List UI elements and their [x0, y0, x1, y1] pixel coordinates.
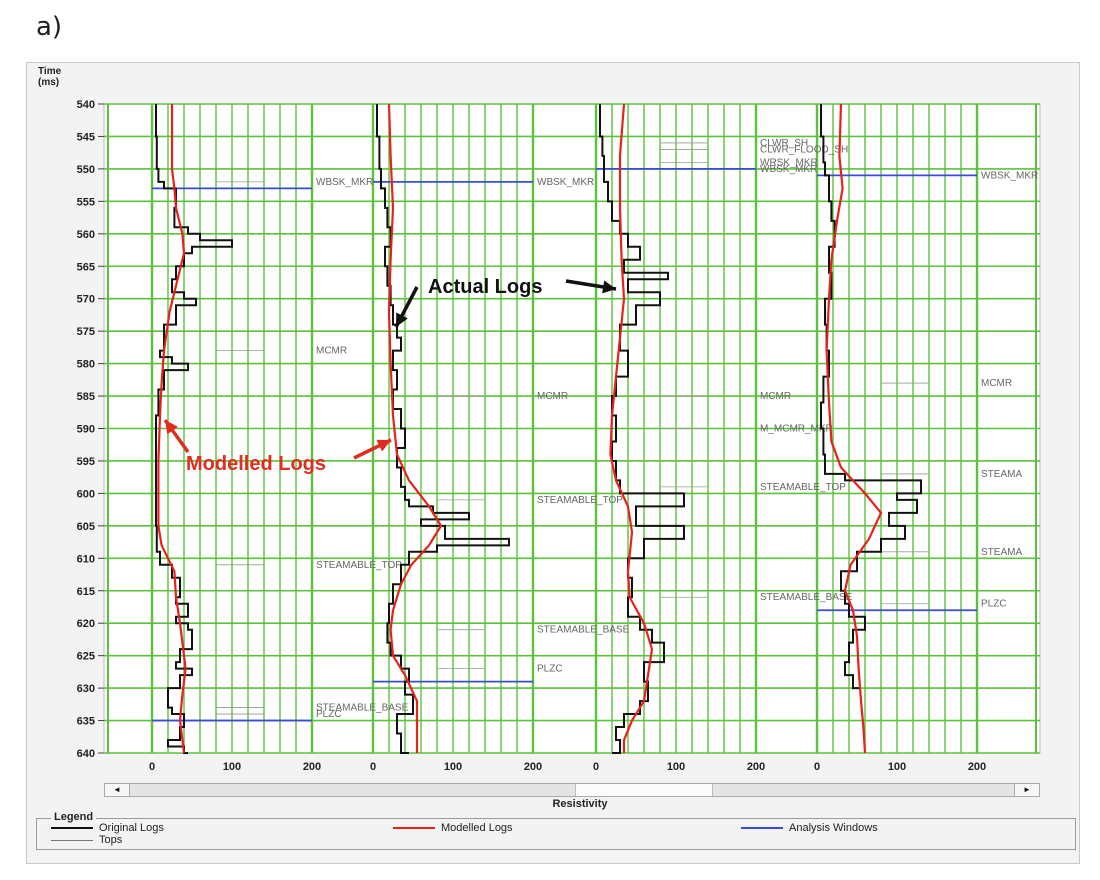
y-tick-label: 580	[77, 359, 95, 371]
y-tick-label: 625	[77, 651, 95, 663]
annotation-actual-logs: Actual Logs	[428, 276, 542, 298]
top-label: MCMR	[760, 391, 791, 402]
top-label: CLWR_FLOOD_SH	[760, 144, 848, 155]
legend-item-analysis: Analysis Windows	[741, 822, 878, 834]
top-label: STEAMABLE_BASE	[760, 592, 853, 603]
scroll-left-arrow-icon[interactable]: ◄	[105, 784, 130, 796]
legend-label-modelled: Modelled Logs	[441, 822, 513, 834]
top-label: WBSK_MKR	[981, 170, 1038, 181]
legend-label-analysis: Analysis Windows	[789, 822, 878, 834]
y-tick-label: 640	[77, 748, 95, 760]
horizontal-scrollbar[interactable]: ◄ ►	[104, 783, 1040, 797]
top-label: MCMR	[981, 378, 1012, 389]
x-tick-label: 200	[303, 761, 321, 773]
y-tick-label: 550	[77, 164, 95, 176]
x-tick-label: 0	[149, 761, 155, 773]
top-label: MCMR	[316, 346, 347, 357]
well-log-chart: 540 545 550 555 560 565 570 575 580 585 590 595 600 6…	[77, 99, 1041, 773]
top-label: WBSK_MKR	[537, 177, 594, 188]
x-tick-label: 200	[524, 761, 542, 773]
legend-swatch-modelled	[393, 827, 435, 830]
x-tick-label: 200	[747, 761, 765, 773]
top-label: STEAMABLE_TOP	[537, 495, 623, 506]
y-tick-label: 540	[77, 99, 95, 111]
y-tick-label: 615	[77, 586, 95, 598]
y-tick-label: 595	[77, 456, 95, 468]
y-tick-label: 605	[77, 521, 95, 533]
x-tick-label: 200	[968, 761, 986, 773]
y-tick-label: 560	[77, 229, 95, 241]
legend-label-original: Original Logs	[99, 822, 164, 834]
annotation-modelled-logs: Modelled Logs	[186, 453, 326, 475]
y-tick-label: 620	[77, 618, 95, 630]
y-tick-label: 555	[77, 196, 95, 208]
top-label: PLZC	[316, 709, 342, 720]
y-tick-label: 610	[77, 553, 95, 565]
legend-item-tops: Tops	[51, 834, 122, 846]
y-tick-label: 630	[77, 683, 95, 695]
top-label: STEAMABLE_TOP	[760, 482, 846, 493]
legend-box: Legend Original Logs Tops Modelled Logs …	[36, 811, 1076, 850]
x-axis-title: Resistivity	[552, 798, 608, 810]
y-tick-label: 585	[77, 391, 95, 403]
x-tick-label: 100	[667, 761, 685, 773]
legend-label-tops: Tops	[99, 834, 123, 846]
y-tick-label: 590	[77, 424, 95, 436]
top-label: PLZC	[537, 664, 563, 675]
top-label: WBSK_MKR	[760, 164, 817, 175]
top-label: STEAMA	[981, 547, 1022, 558]
scroll-thumb[interactable]	[575, 784, 713, 796]
top-label: STEAMA	[981, 469, 1022, 480]
top-label: MCMR	[537, 391, 568, 402]
x-tick-label: 0	[593, 761, 599, 773]
scroll-right-arrow-icon[interactable]: ►	[1014, 784, 1039, 796]
x-tick-label: 0	[370, 761, 376, 773]
legend-item-original: Original Logs	[51, 822, 164, 834]
top-label: STEAMABLE_BASE	[537, 625, 630, 636]
y-tick-label: 570	[77, 294, 95, 306]
x-tick-label: 0	[814, 761, 820, 773]
y-tick-label: 575	[77, 326, 95, 338]
y-tick-label: 635	[77, 716, 95, 728]
legend-swatch-analysis	[741, 827, 783, 830]
y-tick-label: 565	[77, 261, 95, 273]
legend-item-modelled: Modelled Logs	[393, 822, 513, 834]
top-label: PLZC	[981, 599, 1007, 610]
x-tick-label: 100	[888, 761, 906, 773]
top-label: STEAMABLE_TOP	[316, 560, 402, 571]
legend-swatch-original	[51, 827, 93, 830]
top-label: WBSK_MKR	[316, 177, 373, 188]
x-tick-label: 100	[444, 761, 462, 773]
x-tick-label: 100	[223, 761, 241, 773]
y-tick-label: 545	[77, 131, 95, 143]
legend-swatch-tops	[51, 839, 93, 841]
y-tick-label: 600	[77, 488, 95, 500]
